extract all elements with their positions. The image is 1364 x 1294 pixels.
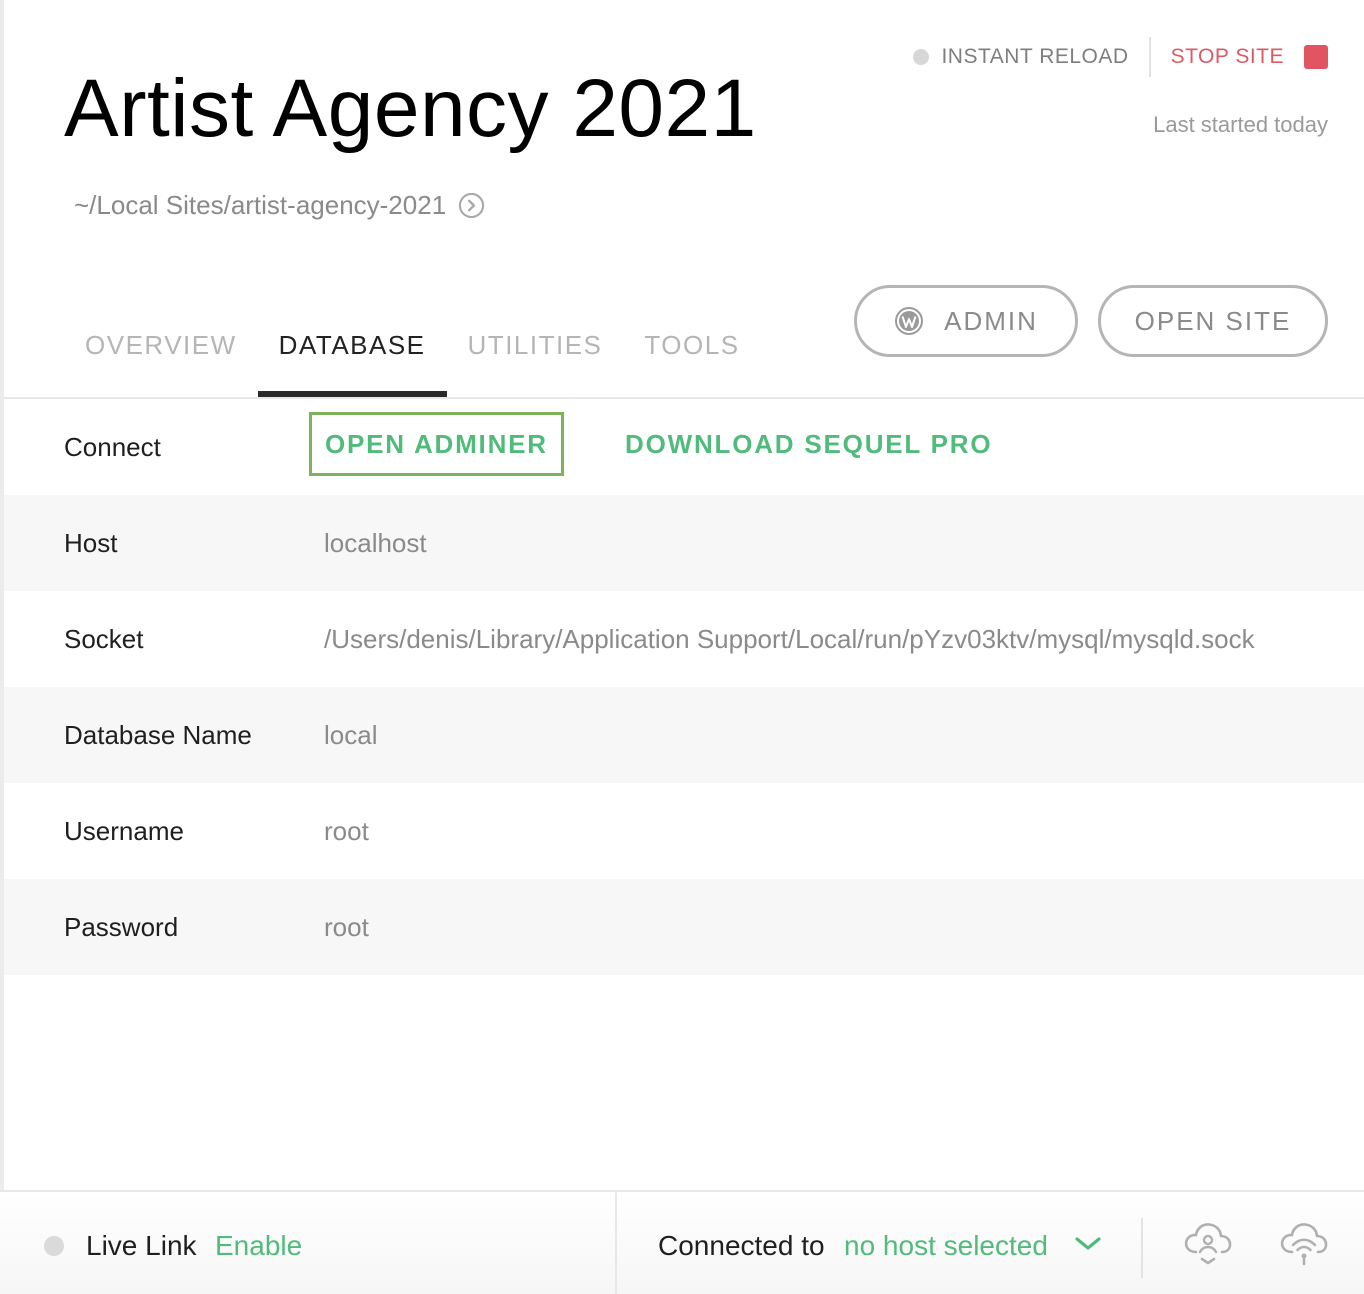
instant-reload-toggle[interactable]: INSTANT RELOAD (941, 45, 1128, 69)
chevron-down-icon[interactable] (1072, 1232, 1104, 1254)
db-row-database-name: Database Name local (4, 687, 1364, 783)
last-started-text: Last started today (1153, 112, 1328, 137)
db-field-label: Socket (64, 623, 144, 654)
db-field-value: root (324, 815, 369, 846)
tab-tools[interactable]: TOOLS (623, 324, 760, 398)
admin-button[interactable]: ADMIN (854, 285, 1078, 357)
site-path[interactable]: ~/Local Sites/artist-agency-2021 (74, 190, 485, 221)
db-field-value: localhost (324, 527, 427, 558)
connect-label: Connect (64, 431, 161, 462)
stop-site-button[interactable]: STOP SITE (1171, 45, 1284, 69)
tab-utilities[interactable]: UTILITIES (447, 324, 624, 398)
site-title: Artist Agency 2021 (64, 63, 757, 154)
db-field-label: Password (64, 911, 179, 942)
db-field-label: Host (64, 527, 118, 558)
db-field-value: /Users/denis/Library/Application Support… (324, 623, 1255, 654)
host-select-dropdown[interactable]: no host selected (844, 1230, 1048, 1262)
instant-reload-indicator (913, 49, 930, 65)
footer-bar: Live Link Enable Connected to no host se… (0, 1190, 1364, 1294)
cloud-push-icon[interactable] (1278, 1218, 1330, 1266)
db-row-host: Host localhost (4, 495, 1364, 591)
connected-to-label: Connected to (658, 1230, 825, 1261)
live-link-enable-button[interactable]: Enable (215, 1230, 302, 1262)
connect-row: Connect OPEN ADMINER DOWNLOAD SEQUEL PRO (4, 399, 1364, 495)
status-divider (1148, 37, 1151, 77)
live-link-status-dot (44, 1236, 64, 1256)
wordpress-icon (895, 307, 924, 335)
tab-overview[interactable]: OVERVIEW (64, 324, 258, 398)
db-field-value: local (324, 719, 378, 750)
db-field-label: Database Name (64, 719, 252, 750)
download-sequel-pro-link[interactable]: DOWNLOAD SEQUEL PRO (625, 412, 992, 476)
site-path-text: ~/Local Sites/artist-agency-2021 (74, 190, 447, 220)
live-link-label: Live Link (86, 1230, 197, 1261)
db-row-username: Username root (4, 783, 1364, 879)
admin-button-label: ADMIN (944, 305, 1038, 336)
site-status-bar: INSTANT RELOAD STOP SITE (913, 37, 1328, 77)
cloud-pull-icon[interactable] (1182, 1218, 1234, 1266)
stop-square-icon[interactable] (1304, 45, 1328, 69)
live-link-section: Live Link Enable (0, 1192, 617, 1294)
footer-divider (1141, 1218, 1143, 1278)
open-adminer-button[interactable]: OPEN ADMINER (309, 412, 564, 476)
db-row-socket: Socket /Users/denis/Library/Application … (4, 591, 1364, 687)
arrow-circle-icon[interactable] (458, 192, 485, 219)
db-field-value: root (324, 911, 369, 942)
tab-database[interactable]: DATABASE (257, 324, 447, 398)
site-tabs: OVERVIEW DATABASE UTILITIES TOOLS (64, 324, 761, 398)
db-row-password: Password root (4, 879, 1364, 975)
db-field-label: Username (64, 815, 184, 846)
open-site-button[interactable]: OPEN SITE (1098, 285, 1328, 357)
